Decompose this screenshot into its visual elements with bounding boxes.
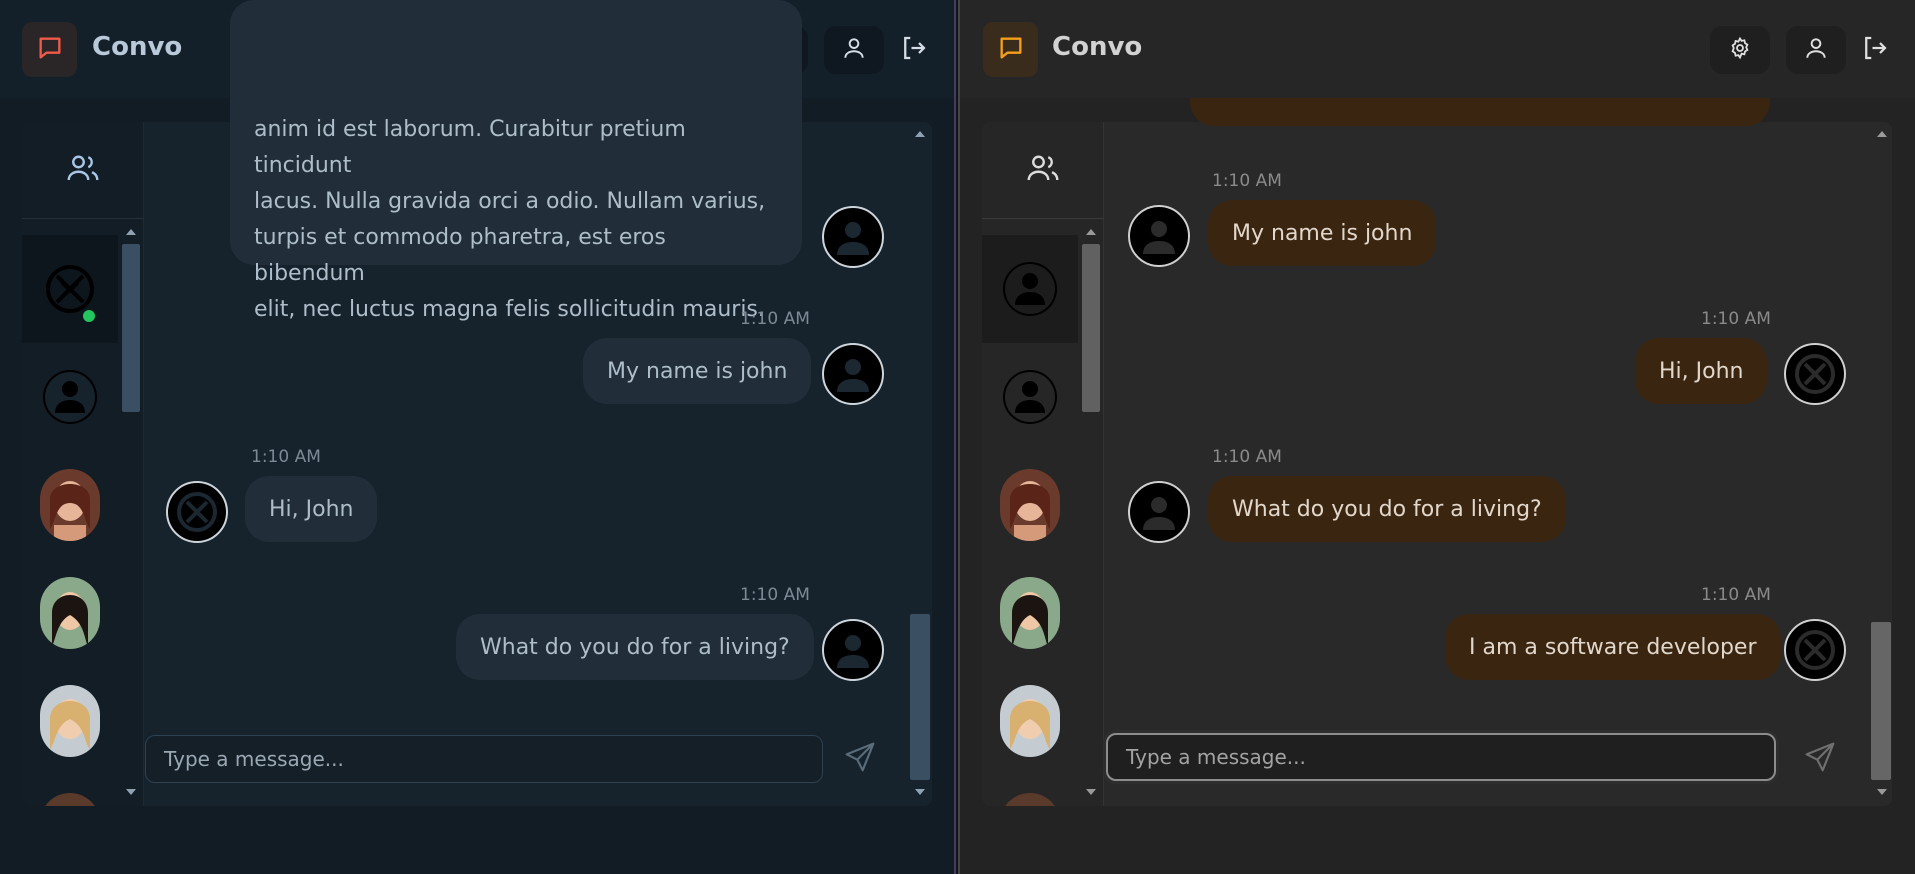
right-pane: Convo 1:10 AM My name is john 1:10 AM Hi…	[958, 0, 1915, 874]
avatar	[1000, 253, 1060, 325]
message-bubble: What do you do for a living?	[456, 614, 814, 680]
avatar	[40, 361, 100, 433]
contact-item[interactable]	[982, 559, 1078, 667]
avatar	[1000, 361, 1060, 433]
contact-item[interactable]	[22, 559, 118, 667]
brand-name: Convo	[92, 32, 183, 62]
user-icon	[1803, 35, 1829, 65]
message-avatar	[822, 343, 884, 405]
avatar	[1000, 577, 1060, 649]
message-avatar	[1128, 481, 1190, 543]
chat-scroll-down[interactable]	[1877, 789, 1887, 795]
logout-button[interactable]	[896, 32, 932, 68]
sidebar-scroll-up[interactable]	[126, 229, 136, 235]
sidebar-scrollbar-thumb[interactable]	[1082, 244, 1100, 412]
app-stage: Convo anim id est laborum. Curabitur pre…	[0, 0, 1915, 874]
contact-item[interactable]	[22, 235, 118, 343]
gear-icon	[1728, 36, 1752, 64]
message-avatar	[822, 206, 884, 268]
contact-item[interactable]	[22, 775, 118, 806]
message-time: 1:10 AM	[1701, 585, 1771, 605]
contact-list[interactable]	[982, 235, 1078, 806]
sidebar-scroll-down[interactable]	[126, 789, 136, 795]
contact-item[interactable]	[982, 451, 1078, 559]
left-pane: Convo anim id est laborum. Curabitur pre…	[0, 0, 956, 874]
contact-item[interactable]	[982, 775, 1078, 806]
sidebar-scroll-up[interactable]	[1086, 229, 1096, 235]
message-input[interactable]: Type a message...	[1106, 733, 1776, 781]
message-bubble: anim id est laborum. Curabitur pretium t…	[230, 0, 802, 322]
contacts-button[interactable]	[22, 122, 144, 219]
message-time: 1:10 AM	[740, 585, 810, 605]
chat-scroll-up[interactable]	[915, 131, 925, 137]
message-time: 1:10 AM	[740, 309, 810, 329]
users-icon	[1025, 150, 1061, 190]
header: Convo	[960, 0, 1915, 98]
contact-list[interactable]	[22, 235, 118, 806]
online-indicator	[80, 307, 98, 325]
logout-button[interactable]	[1857, 32, 1893, 68]
message-line: lacus. Nulla gravida orci a odio. Nullam…	[254, 189, 766, 214]
message-line: anim id est laborum. Curabitur pretium t…	[254, 117, 686, 178]
message-line: elit, nec luctus magna felis sollicitudi…	[254, 297, 765, 322]
avatar	[1000, 793, 1060, 806]
message-time: 1:10 AM	[1701, 309, 1771, 329]
chat-scrollbar-thumb[interactable]	[1871, 622, 1891, 780]
avatar	[1000, 685, 1060, 757]
chat-scroll-down[interactable]	[915, 789, 925, 795]
avatar	[1000, 469, 1060, 541]
avatar	[40, 577, 100, 649]
contact-item[interactable]	[22, 343, 118, 451]
message-time: 1:10 AM	[251, 447, 321, 467]
message-bubble: Hi, John	[245, 476, 378, 542]
sidebar-scroll-down[interactable]	[1086, 789, 1096, 795]
send-button[interactable]	[1796, 735, 1844, 783]
message-bubble: What do you do for a living?	[1208, 476, 1566, 542]
settings-button[interactable]	[1710, 26, 1770, 74]
logout-icon	[899, 33, 929, 67]
contact-item[interactable]	[982, 667, 1078, 775]
contacts-sidebar	[22, 122, 144, 806]
user-icon	[841, 35, 867, 65]
chat-bubble-icon	[997, 34, 1025, 66]
message-bubble: I am a software developer	[1445, 614, 1781, 680]
logo[interactable]	[983, 22, 1038, 77]
message-time: 1:10 AM	[1212, 447, 1282, 467]
contacts-sidebar	[982, 122, 1104, 806]
contact-item[interactable]	[982, 235, 1078, 343]
message-bubble	[1190, 98, 1770, 126]
contact-item[interactable]	[22, 451, 118, 559]
message-input[interactable]: Type a message...	[145, 735, 823, 783]
message-line: turpis et commodo pharetra, est eros bib…	[254, 225, 666, 286]
avatar	[40, 469, 100, 541]
contact-item[interactable]	[22, 667, 118, 775]
message-time: 1:10 AM	[1212, 171, 1282, 191]
chat-panel	[982, 122, 1892, 806]
logout-icon	[1860, 33, 1890, 67]
send-icon	[1804, 741, 1836, 777]
avatar	[40, 685, 100, 757]
logo[interactable]	[22, 22, 77, 77]
chat-scrollbar-thumb[interactable]	[910, 614, 930, 780]
chat-scroll-up[interactable]	[1877, 131, 1887, 137]
send-button[interactable]	[836, 735, 884, 783]
contact-item[interactable]	[982, 343, 1078, 451]
profile-button[interactable]	[824, 26, 884, 74]
profile-button[interactable]	[1786, 26, 1846, 74]
contacts-button[interactable]	[982, 122, 1104, 219]
send-icon	[844, 741, 876, 777]
message-bubble: My name is john	[1208, 200, 1437, 266]
message-avatar	[822, 619, 884, 681]
message-bubble: My name is john	[583, 338, 812, 404]
avatar	[40, 793, 100, 806]
sidebar-scrollbar-thumb[interactable]	[122, 244, 140, 412]
users-icon	[65, 150, 101, 190]
message-avatar	[1784, 343, 1846, 405]
message-avatar	[166, 481, 228, 543]
chat-bubble-icon	[36, 34, 64, 66]
message-avatar	[1784, 619, 1846, 681]
brand-name: Convo	[1052, 32, 1143, 62]
message-bubble: Hi, John	[1635, 338, 1768, 404]
message-avatar	[1128, 205, 1190, 267]
